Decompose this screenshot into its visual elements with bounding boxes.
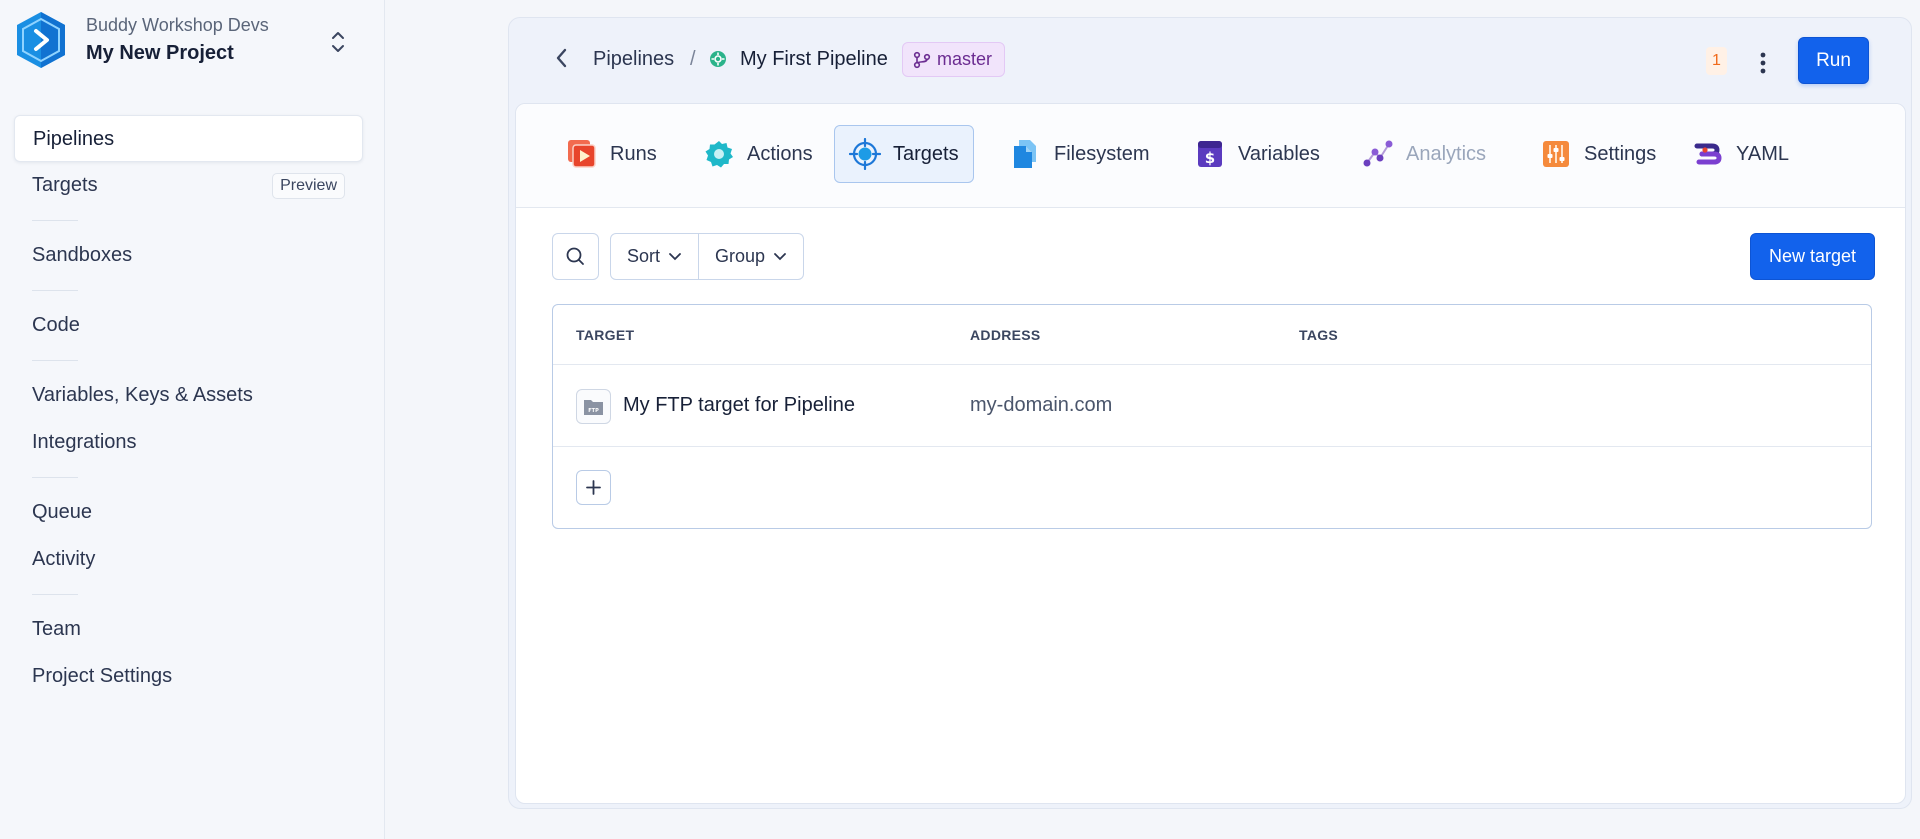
back-arrow-icon[interactable] bbox=[549, 43, 575, 73]
buddy-logo-icon bbox=[17, 12, 65, 68]
tab-label: Analytics bbox=[1406, 142, 1487, 165]
pipeline-card: Runs Actions Targets Filesystem $ Variab… bbox=[515, 103, 1906, 804]
target-name[interactable]: My FTP target for Pipeline bbox=[623, 394, 855, 417]
chevron-up-down-icon[interactable] bbox=[326, 28, 350, 56]
settings-sliders-icon bbox=[1543, 141, 1569, 167]
sidebar-item-label: Sandboxes bbox=[32, 244, 133, 266]
tab-label: Actions bbox=[747, 142, 813, 165]
sidebar-item-sandboxes[interactable]: Sandboxes bbox=[14, 232, 363, 279]
column-header-tags[interactable]: TAGS bbox=[1299, 327, 1338, 343]
tab-actions[interactable]: Actions bbox=[689, 125, 827, 183]
sort-label: Sort bbox=[627, 246, 661, 266]
tab-settings[interactable]: Settings bbox=[1526, 125, 1670, 183]
tab-label: YAML bbox=[1736, 142, 1789, 165]
runs-icon bbox=[568, 140, 596, 168]
svg-text:FTP: FTP bbox=[588, 408, 599, 414]
nav-divider bbox=[32, 290, 78, 291]
sidebar-item-activity[interactable]: Activity bbox=[14, 536, 363, 583]
sidebar-item-pipelines[interactable]: Pipelines bbox=[14, 115, 363, 162]
chevron-down-icon bbox=[669, 252, 681, 260]
tab-filesystem[interactable]: Filesystem bbox=[996, 125, 1164, 183]
add-target-button[interactable] bbox=[576, 470, 611, 505]
nav-divider bbox=[32, 477, 78, 478]
analytics-graph-icon bbox=[1363, 140, 1393, 167]
column-header-target[interactable]: TARGET bbox=[576, 327, 634, 343]
pipeline-topbar: Pipelines / My First Pipeline master 1 R… bbox=[509, 18, 1911, 102]
workspace-name: Buddy Workshop Devs bbox=[86, 15, 269, 35]
tab-yaml[interactable]: YAML bbox=[1678, 125, 1803, 183]
group-dropdown[interactable]: Group bbox=[698, 234, 803, 279]
ftp-folder-icon: FTP bbox=[576, 389, 611, 424]
branch-name: master bbox=[937, 49, 993, 69]
tab-targets[interactable]: Targets bbox=[834, 125, 974, 183]
targets-toolbar: Sort Group New target bbox=[552, 233, 1875, 281]
project-switcher[interactable]: Buddy Workshop Devs My New Project bbox=[14, 10, 364, 70]
sidebar-item-team[interactable]: Team bbox=[14, 606, 363, 653]
search-icon bbox=[566, 247, 584, 265]
run-button[interactable]: Run bbox=[1798, 37, 1869, 84]
sidebar: Buddy Workshop Devs My New Project Pipel… bbox=[0, 0, 385, 839]
target-address: my-domain.com bbox=[970, 394, 1113, 416]
tab-label: Targets bbox=[893, 142, 959, 165]
breadcrumb-separator: / bbox=[690, 48, 696, 70]
sidebar-item-label: Code bbox=[32, 314, 80, 336]
tab-label: Settings bbox=[1584, 142, 1657, 165]
tab-label: Filesystem bbox=[1054, 142, 1150, 165]
sidebar-item-label: Activity bbox=[32, 548, 96, 570]
notification-badge[interactable]: 1 bbox=[1706, 47, 1727, 75]
main-panel: Pipelines / My First Pipeline master 1 R… bbox=[508, 17, 1912, 809]
sidebar-item-integrations[interactable]: Integrations bbox=[14, 419, 363, 466]
sidebar-item-label: Targets bbox=[32, 174, 98, 196]
svg-text:$: $ bbox=[1205, 149, 1215, 167]
preview-badge: Preview bbox=[272, 173, 345, 199]
group-label: Group bbox=[715, 246, 766, 266]
sidebar-item-code[interactable]: Code bbox=[14, 302, 363, 349]
sidebar-item-label: Project Settings bbox=[32, 665, 173, 687]
sidebar-nav: Pipelines Targets Preview Sandboxes Code… bbox=[14, 115, 363, 700]
sidebar-item-label: Pipelines bbox=[33, 128, 115, 150]
chevron-down-icon bbox=[774, 252, 786, 260]
nav-divider bbox=[32, 594, 78, 595]
sidebar-item-label: Queue bbox=[32, 501, 93, 523]
sidebar-item-project-settings[interactable]: Project Settings bbox=[14, 653, 363, 700]
branch-badge[interactable]: master bbox=[902, 42, 1006, 77]
sidebar-item-label: Variables, Keys & Assets bbox=[32, 384, 253, 406]
sidebar-item-label: Integrations bbox=[32, 431, 137, 453]
plus-icon bbox=[586, 480, 601, 495]
tab-variables[interactable]: $ Variables bbox=[1180, 125, 1334, 183]
sidebar-item-queue[interactable]: Queue bbox=[14, 489, 363, 536]
pipeline-tabs: Runs Actions Targets Filesystem $ Variab… bbox=[516, 104, 1905, 208]
sidebar-item-label: Team bbox=[32, 618, 81, 640]
git-branch-icon bbox=[913, 51, 931, 68]
more-options-icon[interactable] bbox=[1751, 48, 1775, 78]
tab-label: Runs bbox=[610, 142, 657, 165]
variables-dollar-icon: $ bbox=[1198, 141, 1222, 167]
tab-label: Variables bbox=[1238, 142, 1320, 165]
search-button[interactable] bbox=[552, 233, 599, 280]
tab-runs[interactable]: Runs bbox=[552, 125, 671, 183]
breadcrumb-pipelines[interactable]: Pipelines bbox=[593, 48, 674, 71]
filesystem-icon bbox=[1014, 140, 1036, 168]
targets-table: TARGET ADDRESS TAGS FTP My FTP target fo… bbox=[552, 304, 1872, 529]
tab-analytics[interactable]: Analytics bbox=[1348, 125, 1500, 183]
nav-divider bbox=[32, 220, 78, 221]
actions-gear-icon bbox=[705, 141, 733, 168]
project-name: My New Project bbox=[86, 42, 234, 64]
sidebar-item-variables-keys-assets[interactable]: Variables, Keys & Assets bbox=[14, 372, 363, 419]
nav-divider bbox=[32, 360, 78, 361]
column-header-address[interactable]: ADDRESS bbox=[970, 327, 1041, 343]
sidebar-item-targets[interactable]: Targets Preview bbox=[14, 162, 363, 209]
yaml-icon bbox=[1694, 143, 1722, 165]
sort-group-control: Sort Group bbox=[610, 233, 805, 280]
pipeline-status-icon bbox=[710, 51, 726, 67]
table-row[interactable]: FTP My FTP target for Pipeline my-domain… bbox=[553, 364, 1871, 447]
breadcrumb-pipeline-name[interactable]: My First Pipeline bbox=[740, 48, 888, 71]
targets-crosshair-icon bbox=[849, 138, 881, 170]
sort-dropdown[interactable]: Sort bbox=[611, 234, 698, 279]
new-target-button[interactable]: New target bbox=[1749, 233, 1875, 280]
